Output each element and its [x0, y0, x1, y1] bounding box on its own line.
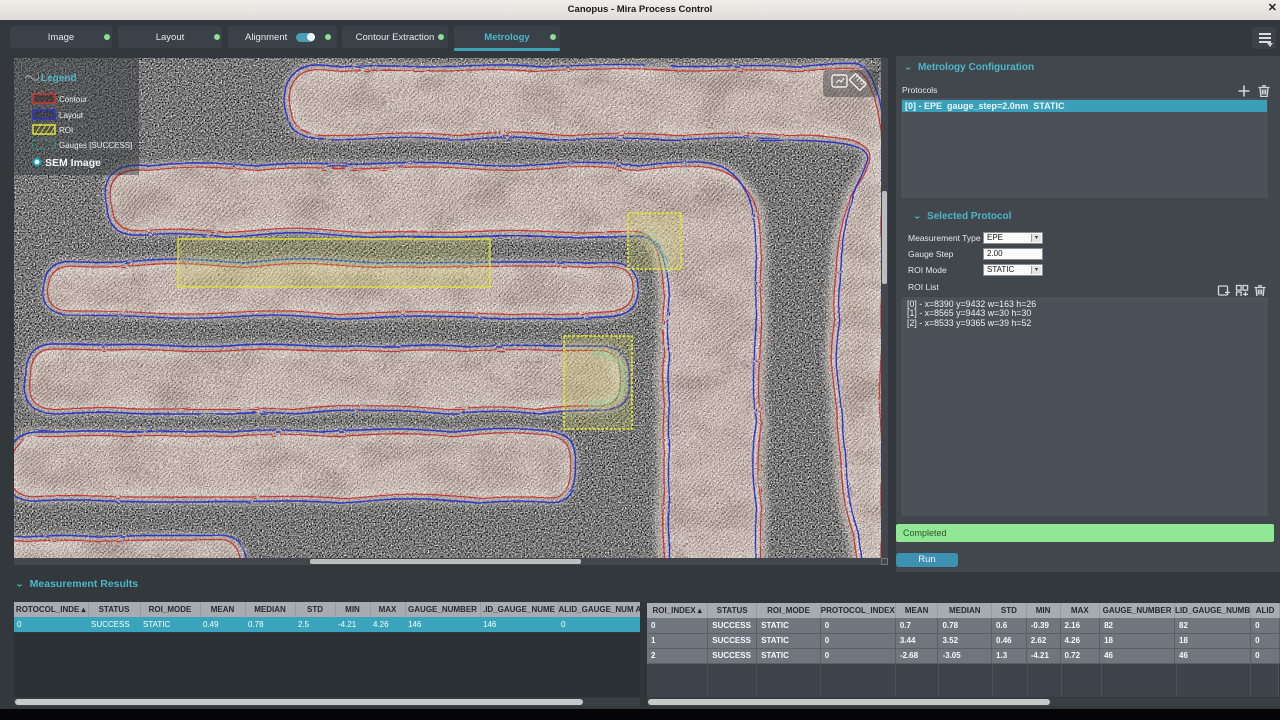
svg-text:Layout: Layout: [59, 111, 84, 120]
svg-text:Legend: Legend: [41, 73, 77, 84]
svg-text:ROI: ROI: [59, 126, 73, 135]
svg-text:Gauges [SUCCESS]: Gauges [SUCCESS]: [59, 141, 132, 150]
svg-text:Contour: Contour: [59, 95, 88, 104]
svg-text:SEM Image: SEM Image: [45, 157, 101, 169]
